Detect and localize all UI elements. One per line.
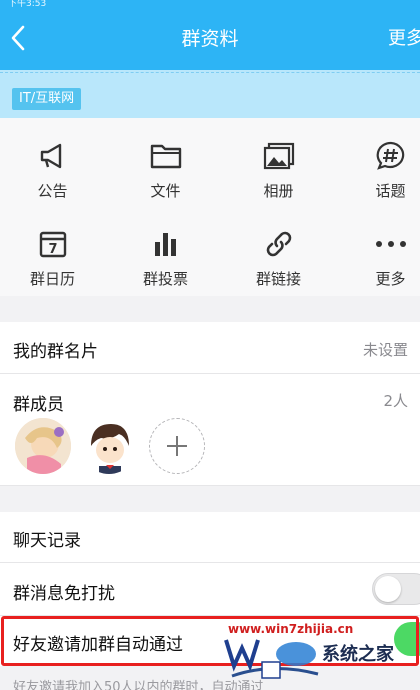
photo-album-icon bbox=[261, 138, 297, 174]
svg-text:7: 7 bbox=[48, 242, 57, 257]
my-group-card-value: 未设置 bbox=[362, 341, 408, 359]
grid-item-label: 群链接 bbox=[255, 270, 301, 288]
feature-grid: 公告 文件 相册 话题 7 群日历 群投票 群链接 更多 bbox=[0, 118, 420, 296]
grid-item-more[interactable]: 更多 bbox=[338, 226, 420, 306]
group-members-row[interactable]: 群成员 2人 bbox=[0, 374, 420, 486]
folder-icon bbox=[148, 138, 184, 174]
grid-item-label: 群日历 bbox=[29, 270, 75, 288]
hashtag-bubble-icon bbox=[373, 138, 409, 174]
group-members-label: 群成员 bbox=[13, 395, 64, 415]
grid-item-label: 公告 bbox=[37, 182, 68, 200]
more-button[interactable]: 更多 bbox=[388, 24, 420, 54]
megaphone-icon bbox=[35, 138, 71, 174]
grid-item-link[interactable]: 群链接 bbox=[226, 226, 331, 306]
page-title: 群资料 bbox=[181, 28, 239, 50]
add-member-button[interactable] bbox=[149, 418, 205, 474]
chat-history-row[interactable]: 聊天记录 bbox=[0, 512, 420, 563]
my-group-card-label: 我的群名片 bbox=[13, 342, 98, 362]
grid-item-files[interactable]: 文件 bbox=[113, 138, 218, 218]
title-bar: 下午3:53 群资料 更多 bbox=[0, 0, 420, 78]
windows-logo-icon bbox=[224, 639, 319, 679]
grid-item-album[interactable]: 相册 bbox=[226, 138, 331, 218]
link-icon bbox=[261, 226, 297, 262]
my-group-card-row[interactable]: 我的群名片 未设置 bbox=[0, 322, 420, 374]
bar-chart-icon bbox=[148, 226, 184, 262]
chat-history-label: 聊天记录 bbox=[13, 531, 81, 551]
status-bar: 下午3:53 bbox=[8, 0, 47, 8]
grid-item-label: 相册 bbox=[263, 182, 294, 200]
avatar[interactable] bbox=[15, 418, 71, 474]
watermark-text: 系统之家 bbox=[322, 644, 394, 665]
mute-label: 群消息免打扰 bbox=[13, 584, 115, 604]
mute-toggle[interactable] bbox=[372, 573, 420, 605]
watermark: www.win7zhijia.cn 系统之家 bbox=[222, 618, 420, 690]
grid-item-calendar[interactable]: 7 群日历 bbox=[0, 226, 105, 306]
ellipsis-icon bbox=[373, 226, 409, 262]
group-members-count: 2人 bbox=[383, 392, 408, 410]
banner-divider bbox=[0, 72, 420, 73]
category-tag[interactable]: IT/互联网 bbox=[12, 88, 82, 110]
grid-item-label: 更多 bbox=[375, 270, 406, 288]
grid-item-label: 群投票 bbox=[142, 270, 188, 288]
grid-item-label: 话题 bbox=[375, 182, 406, 200]
calendar-icon: 7 bbox=[35, 226, 71, 262]
toggle-knob bbox=[375, 576, 401, 602]
mute-row: 群消息免打扰 bbox=[0, 563, 420, 616]
grid-item-announcement[interactable]: 公告 bbox=[0, 138, 105, 218]
grid-item-label: 文件 bbox=[150, 182, 181, 200]
grid-item-topics[interactable]: 话题 bbox=[338, 138, 420, 218]
plus-icon bbox=[167, 436, 187, 456]
grid-item-vote[interactable]: 群投票 bbox=[113, 226, 218, 306]
watermark-url: www.win7zhijia.cn bbox=[228, 622, 354, 636]
avatar[interactable] bbox=[81, 418, 137, 474]
